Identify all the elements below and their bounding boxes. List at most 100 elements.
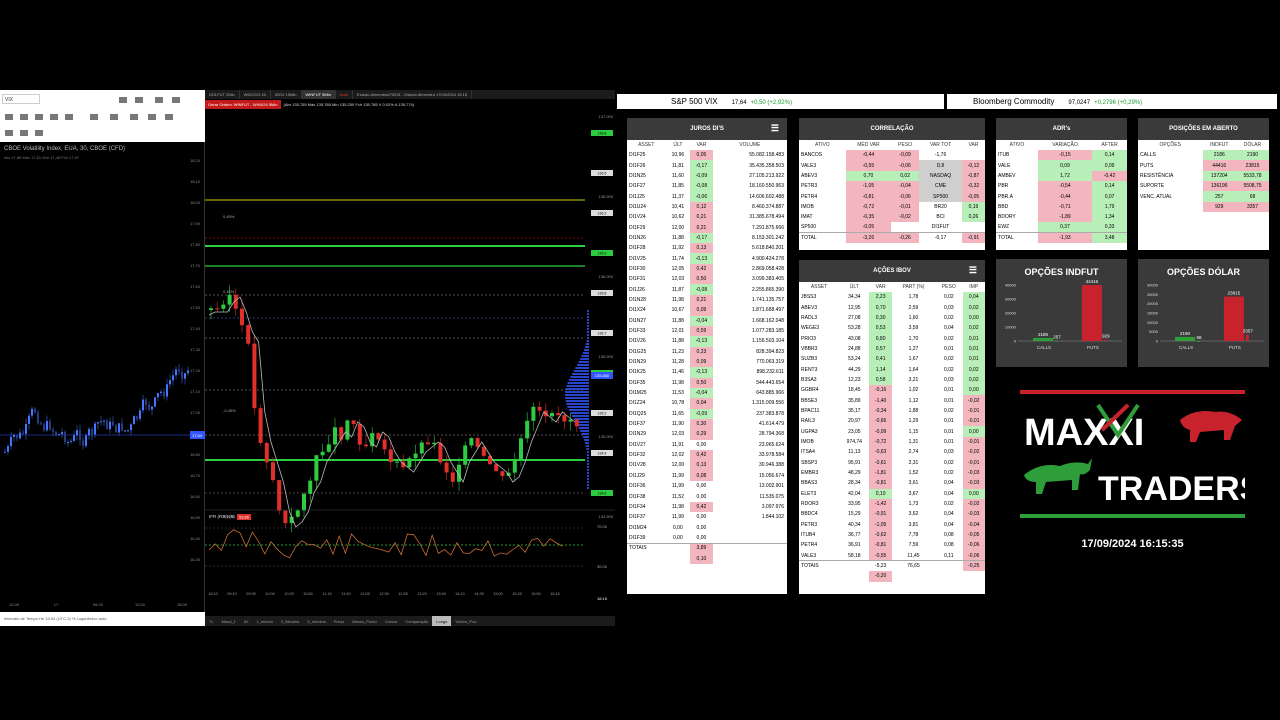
menu-icon[interactable]: ☰: [771, 124, 779, 133]
table-row[interactable]: DI1X24 10,67 0,09 1.871.688.497: [627, 305, 787, 316]
table-row[interactable]: PETR4 36,91 -0,81 7,59 0,08 -0,06: [799, 540, 985, 551]
alert-icon[interactable]: [130, 114, 138, 120]
menu-icon[interactable]: ☰: [969, 266, 977, 275]
tab-bottom[interactable]: 3_minutos: [303, 616, 329, 626]
tab-bottom[interactable]: Longo: [432, 616, 452, 626]
table-row[interactable]: ITSA4 11,13 -0,63 2,74 0,03 -0,02: [799, 447, 985, 458]
table-row[interactable]: DI1J26 11,87 -0,08 2.255.865.390: [627, 284, 787, 295]
table-row[interactable]: BBD -0,71 1,79: [996, 201, 1127, 213]
order-button[interactable]: Gerar Ordem: WINFUT - WINV24 5Min: [205, 100, 281, 109]
table-row[interactable]: PBR -0,54 0,14: [996, 181, 1127, 192]
table-row[interactable]: DI1F34 11,98 0,42 3.097.976: [627, 501, 787, 513]
table-row[interactable]: DI1F26 11,81 -0,17 35.435.358.503: [627, 160, 787, 171]
tab-wdo[interactable]: WDOZ23 4h: [240, 90, 271, 99]
table-row[interactable]: AMBEV 1,72 -0,42: [996, 170, 1127, 182]
table-row[interactable]: ITUB4 36,77 -0,62 7,78 0,08 -0,05: [799, 529, 985, 541]
table-row[interactable]: VALE3 -0,55 -0,06 DJI -0,12: [799, 160, 985, 171]
indicators-icon[interactable]: [110, 114, 118, 120]
table-row[interactable]: DI1J25 11,37 -0,06 14.606.602.488: [627, 191, 787, 202]
fullscreen-icon[interactable]: [165, 114, 173, 120]
table-row[interactable]: DI1N28 11,98 0,21 1.741.135.757: [627, 294, 787, 306]
table-row[interactable]: -0,20: [799, 571, 985, 582]
table-row[interactable]: GGBR4 18,45 -0,16 1,02 0,01 0,00: [799, 385, 985, 396]
table-row[interactable]: ABEV3 12,95 0,70 2,59 0,03 0,02: [799, 302, 985, 313]
table-row[interactable]: VALE 0,09 0,09: [996, 160, 1127, 171]
table-row[interactable]: DI1F37 11,99 0,00 1.844.102: [627, 512, 787, 522]
table-row[interactable]: DI1F31 12,03 0,50 3.099.383.405: [627, 274, 787, 285]
table-row[interactable]: SUPORTE 136196 5508,75: [1138, 181, 1269, 192]
table-row[interactable]: PETR3 40,34 -1,05 3,81 0,04 -0,04: [799, 519, 985, 530]
table-row[interactable]: DI1F28 11,92 0,13 5.618.840.201: [627, 243, 787, 254]
table-row[interactable]: DI1F39 0,00 0,00: [627, 533, 787, 543]
table-row[interactable]: RADL3 27,08 0,30 1,60 0,02 0,00: [799, 312, 985, 324]
table-row[interactable]: DI1F30 12,05 0,42 2.869.058.428: [627, 263, 787, 275]
tab-bottom[interactable]: Macd_1: [218, 616, 240, 626]
table-row[interactable]: DI1N29 12,03 0,29 28.794.368: [627, 429, 787, 440]
candles-icon[interactable]: [90, 114, 98, 120]
tab-ibov[interactable]: IBOV 15Min: [271, 90, 302, 99]
tab-bottom[interactable]: TL: [205, 616, 218, 626]
table-row[interactable]: DI1J29 11,99 0,08 15.056.674: [627, 470, 787, 481]
table-row[interactable]: DI1V27 11,91 0,00 23.965.624: [627, 440, 787, 450]
table-row[interactable]: RESISTÊNCIA 137204 5533,78: [1138, 170, 1269, 182]
table-row[interactable]: DI1V28 12,00 0,13 30.946.388: [627, 460, 787, 471]
table-row[interactable]: VALE3 58,18 -0,55 11,45 0,11 -0,06: [799, 550, 985, 561]
cloud-icon[interactable]: [172, 97, 180, 103]
table-row[interactable]: TOTAIS 3,89: [627, 542, 787, 554]
table-row[interactable]: EWZ 0,37 0,33: [996, 222, 1127, 233]
table-row[interactable]: DI1V25 11,74 -0,13 4.900.424.278: [627, 253, 787, 264]
table-row[interactable]: IMAT -0,35 -0,02 BCI 0,26: [799, 212, 985, 223]
table-row[interactable]: DI1N26 11,88 -0,17 8.153.301.242: [627, 232, 787, 244]
tab-bottom[interactable]: 2_Minutos: [277, 616, 303, 626]
table-row[interactable]: DI1K25 11,46 -0,13 898.232.611: [627, 367, 787, 378]
table-row[interactable]: SP500 -0,05 DI1FUT: [799, 222, 985, 233]
table-row[interactable]: BBSE3 35,89 -1,40 1,12 0,01 -0,02: [799, 395, 985, 406]
table-row[interactable]: B3SA3 12,23 0,58 3,21 0,03 0,02: [799, 374, 985, 386]
table-row[interactable]: DI1N27 11,88 -0,04 1.668.162.048: [627, 315, 787, 326]
table-row[interactable]: 0,10: [627, 553, 787, 564]
table-row[interactable]: DI1F35 11,98 0,50 544.443.654: [627, 377, 787, 388]
vix-candles[interactable]: 18,20 18,10 18,00 17,90 17,80 17,70 17,60 17,50…: [0, 152, 205, 612]
table-row[interactable]: WEGE3 53,28 0,53 3,59 0,04 0,02: [799, 323, 985, 334]
table-row[interactable]: [1138, 233, 1269, 243]
table-row[interactable]: VBBR3 24,88 0,57 1,27 0,01 0,01: [799, 343, 985, 355]
tool-icon[interactable]: [5, 130, 13, 136]
tool-icon[interactable]: [20, 130, 28, 136]
tab-auto[interactable]: Auto: [336, 90, 354, 99]
table-row[interactable]: VENC. ATUAL 257 68: [1138, 191, 1269, 202]
table-row[interactable]: BBDC4 15,29 -0,91 3,62 0,04 -0,03: [799, 509, 985, 520]
table-row[interactable]: PRIO3 43,08 0,80 1,70 0,02 0,01: [799, 333, 985, 344]
table-row[interactable]: IMOB 974,74 -0,72 1,31 0,01 -0,01: [799, 436, 985, 448]
tab-bottom[interactable]: 1_minuto: [252, 616, 276, 626]
table-row[interactable]: DI1N29 11,28 0,09 770.063.319: [627, 356, 787, 368]
table-row[interactable]: BDORY -1,89 1,34: [996, 212, 1127, 223]
table-row[interactable]: DI1F32 12,02 0,42 33.978.584: [627, 449, 787, 461]
table-row[interactable]: DI1M24 0,00 0,00: [627, 522, 787, 532]
table-row[interactable]: [1138, 212, 1269, 222]
winfut-candles[interactable]: 137.000 136.500 136.000 135.500 135.000 134.5…: [205, 110, 615, 616]
table-row[interactable]: UGPA3 23,05 -0,09 1,15 0,01 0,00: [799, 426, 985, 437]
table-row[interactable]: RENT3 44,29 1,14 1,64 0,02 0,02: [799, 364, 985, 375]
interval-icon[interactable]: [20, 114, 28, 120]
table-row[interactable]: RDOR3 33,95 -1,42 1,73 0,02 -0,02: [799, 498, 985, 510]
camera-icon[interactable]: [119, 97, 127, 103]
table-row[interactable]: DI1F33 12,01 0,59 1.077.283.185: [627, 325, 787, 337]
table-row[interactable]: ELET3 42,04 0,10 3,67 0,04 0,00: [799, 488, 985, 499]
table-row[interactable]: DI1V24 10,62 0,21 31.385.678.494: [627, 212, 787, 223]
interval-icon[interactable]: [5, 114, 13, 120]
table-row[interactable]: TOTAIS -5,23 76,65 -0,25: [799, 560, 985, 572]
table-row[interactable]: DI1U24 10,41 0,12 8.460.374.887: [627, 201, 787, 213]
tab-bottom[interactable]: Preço: [330, 616, 348, 626]
interval-icon[interactable]: [65, 114, 73, 120]
table-row[interactable]: DI1F37 11,90 0,30 41.614.479: [627, 418, 787, 430]
tab-bottom[interactable]: Vol/ico_Poo: [451, 616, 480, 626]
table-row[interactable]: ABEV3 0,70 0,02 NASDAQ -0,87: [799, 170, 985, 182]
table-row[interactable]: BBAS3 28,34 -0,81 3,61 0,04 -0,03: [799, 478, 985, 489]
table-row[interactable]: PETR3 -1,05 -0,04 CME -0,32: [799, 181, 985, 192]
tab-winfut[interactable]: WINFUT 5Min: [301, 90, 336, 99]
table-row[interactable]: PUTS 44416 23815: [1138, 160, 1269, 171]
interval-icon[interactable]: [35, 114, 43, 120]
table-row[interactable]: IMOB -0,72 -0,01 BR20 0,19: [799, 201, 985, 213]
table-row[interactable]: DI1F38 11,52 0,00 11.535.075: [627, 491, 787, 501]
table-row[interactable]: [1138, 222, 1269, 232]
